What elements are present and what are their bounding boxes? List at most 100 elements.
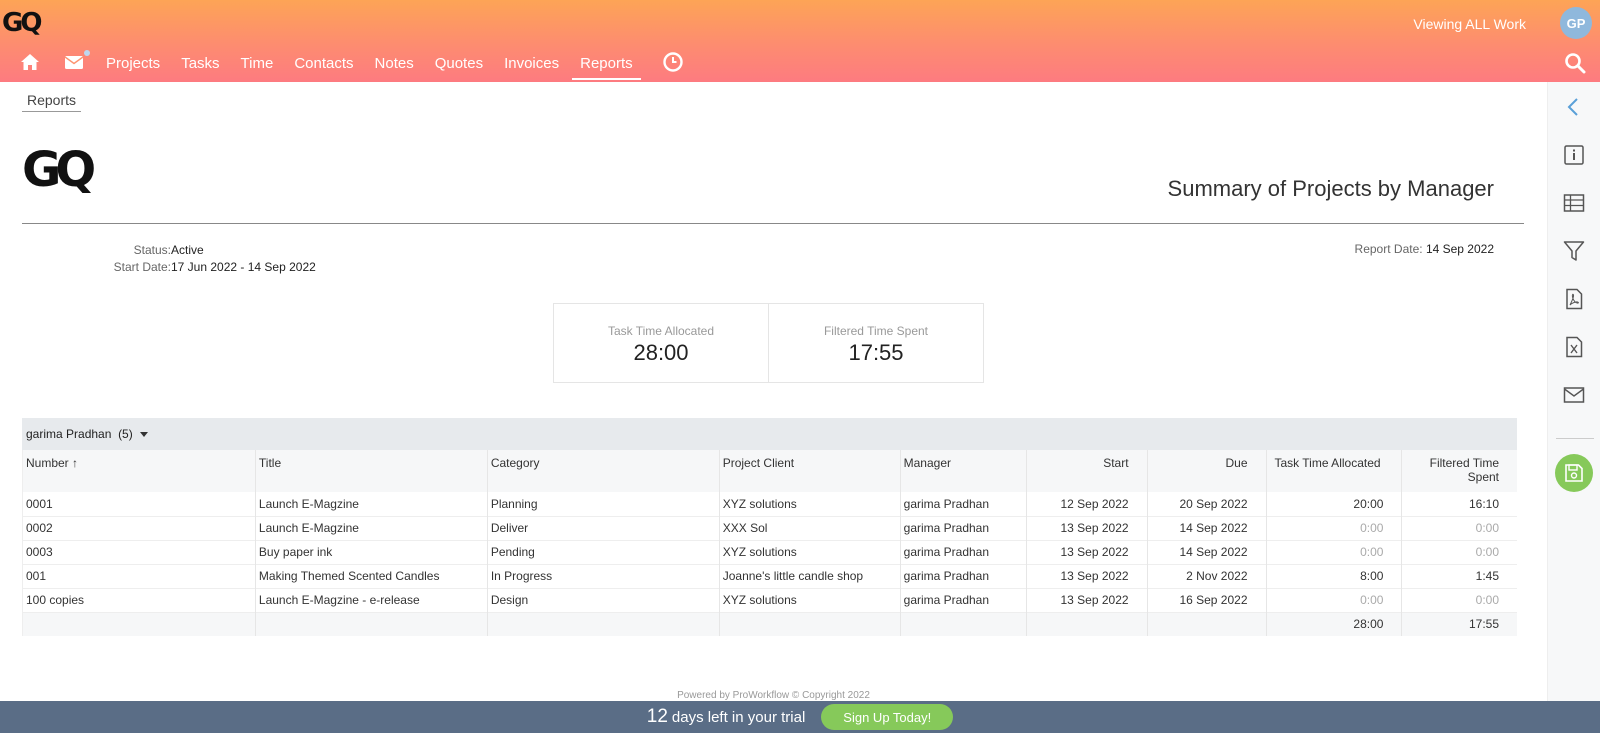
table-row[interactable]: 001 Making Themed Scented Candles In Pro… (22, 564, 1517, 588)
report-date-value: 14 Sep 2022 (1425, 242, 1494, 256)
empty-cell (1146, 612, 1266, 636)
arrow-up-icon: ↑ (72, 456, 79, 470)
table-row[interactable]: 100 copies Launch E-Magzine - e-release … (22, 588, 1517, 612)
cell-client: XYZ solutions (718, 492, 901, 516)
card-value: 17:55 (848, 340, 904, 365)
clock-icon[interactable] (661, 50, 685, 74)
col-task-time-allocated[interactable]: Task Time Allocated (1265, 450, 1402, 492)
app-logo[interactable]: GQ (2, 8, 42, 38)
cell-allocated: 20:00 (1265, 492, 1402, 516)
group-header[interactable]: garima Pradhan (5) (22, 418, 1517, 450)
avatar[interactable]: GP (1560, 7, 1592, 39)
cell-manager: garima Pradhan (899, 564, 1027, 588)
cell-due: 20 Sep 2022 (1146, 492, 1266, 516)
table-row[interactable]: 0002 Launch E-Magzine Deliver XXX Sol ga… (22, 516, 1517, 540)
nav-reports[interactable]: Reports (572, 50, 641, 80)
cell-title: Launch E-Magzine - e-release (254, 588, 488, 612)
report-date-label: Report Date: (1354, 242, 1423, 256)
col-title[interactable]: Title (254, 450, 488, 492)
nav-projects[interactable]: Projects (105, 50, 161, 80)
pdf-icon[interactable] (1563, 288, 1585, 310)
report-meta: Status: Active Start Date: 17 Jun 2022 -… (22, 242, 316, 276)
col-due[interactable]: Due (1146, 450, 1266, 492)
page-title: Summary of Projects by Manager (1167, 176, 1494, 201)
cell-number: 001 (22, 564, 256, 588)
report-logo: GQ (22, 142, 96, 198)
cell-number: 0003 (22, 540, 256, 564)
cell-title: Launch E-Magzine (254, 492, 488, 516)
table-row[interactable]: 0001 Launch E-Magzine Planning XYZ solut… (22, 492, 1517, 516)
col-category[interactable]: Category (486, 450, 720, 492)
group-count: (5) (118, 427, 133, 441)
breadcrumb[interactable]: Reports (22, 92, 82, 112)
chevron-left-icon[interactable] (1563, 96, 1585, 118)
cell-client: XYZ solutions (718, 540, 901, 564)
caret-down-icon[interactable] (139, 431, 148, 437)
excel-icon[interactable] (1563, 336, 1585, 358)
summary-cards: Task Time Allocated 28:00 Filtered Time … (553, 303, 984, 383)
filter-icon[interactable] (1563, 240, 1585, 262)
cell-spent: 0:00 (1401, 540, 1517, 564)
cell-spent: 0:00 (1401, 516, 1517, 540)
cell-start: 13 Sep 2022 (1025, 540, 1148, 564)
cell-start: 13 Sep 2022 (1025, 564, 1148, 588)
footer-copyright: Powered by ProWorkflow © Copyright 2022 (677, 690, 870, 701)
total-spent: 17:55 (1401, 612, 1517, 636)
status-value: Active (171, 243, 204, 257)
info-icon[interactable] (1563, 144, 1585, 166)
cell-category: Design (486, 588, 720, 612)
cell-start: 13 Sep 2022 (1025, 588, 1148, 612)
cell-due: 16 Sep 2022 (1146, 588, 1266, 612)
nav-tasks[interactable]: Tasks (180, 50, 220, 80)
right-toolbar (1547, 82, 1600, 701)
col-label: Number (26, 456, 69, 470)
card-task-time-allocated: Task Time Allocated 28:00 (553, 303, 769, 383)
cell-client: XYZ solutions (718, 588, 901, 612)
nav-time[interactable]: Time (240, 50, 275, 80)
empty-cell (718, 612, 901, 636)
cell-manager: garima Pradhan (899, 540, 1027, 564)
card-filtered-time-spent: Filtered Time Spent 17:55 (768, 303, 984, 383)
viewing-filter[interactable]: Viewing ALL Work (1413, 16, 1526, 32)
cell-number: 100 copies (22, 588, 256, 612)
cell-number: 0002 (22, 516, 256, 540)
cell-title: Making Themed Scented Candles (254, 564, 488, 588)
sign-up-button[interactable]: Sign Up Today! (821, 704, 954, 730)
table-icon[interactable] (1563, 192, 1585, 214)
save-icon[interactable] (1555, 454, 1593, 492)
cell-due: 14 Sep 2022 (1146, 516, 1266, 540)
top-header: GQ Viewing ALL Work GP Projects Tasks Ti… (0, 0, 1600, 82)
col-project-client[interactable]: Project Client (718, 450, 901, 492)
cell-manager: garima Pradhan (899, 492, 1027, 516)
cell-category: Deliver (486, 516, 720, 540)
cell-start: 13 Sep 2022 (1025, 516, 1148, 540)
col-number[interactable]: Number ↑ (22, 450, 256, 492)
nav-quotes[interactable]: Quotes (434, 50, 484, 80)
nav-notes[interactable]: Notes (374, 50, 415, 80)
cell-client: XXX Sol (718, 516, 901, 540)
notification-dot (84, 50, 90, 56)
empty-cell (22, 612, 256, 636)
cell-start: 12 Sep 2022 (1025, 492, 1148, 516)
col-filtered-time-spent[interactable]: Filtered Time Spent (1401, 450, 1517, 492)
col-start[interactable]: Start (1025, 450, 1148, 492)
home-icon[interactable] (18, 50, 42, 74)
cell-allocated: 0:00 (1265, 540, 1402, 564)
cell-spent: 0:00 (1401, 588, 1517, 612)
empty-cell (1025, 612, 1148, 636)
cell-title: Buy paper ink (254, 540, 488, 564)
cell-category: In Progress (486, 564, 720, 588)
search-icon[interactable] (1564, 52, 1586, 74)
trial-banner: 12 days left in your trial Sign Up Today… (0, 701, 1600, 733)
report-date: Report Date: 14 Sep 2022 (1355, 242, 1494, 256)
totals-row: 28:00 17:55 (22, 612, 1517, 636)
col-manager[interactable]: Manager (899, 450, 1027, 492)
mail-icon[interactable] (62, 50, 90, 74)
cell-allocated: 8:00 (1265, 564, 1402, 588)
nav-contacts[interactable]: Contacts (293, 50, 354, 80)
cell-due: 2 Nov 2022 (1146, 564, 1266, 588)
nav-invoices[interactable]: Invoices (503, 50, 560, 80)
email-icon[interactable] (1563, 384, 1585, 406)
cell-category: Planning (486, 492, 720, 516)
table-row[interactable]: 0003 Buy paper ink Pending XYZ solutions… (22, 540, 1517, 564)
